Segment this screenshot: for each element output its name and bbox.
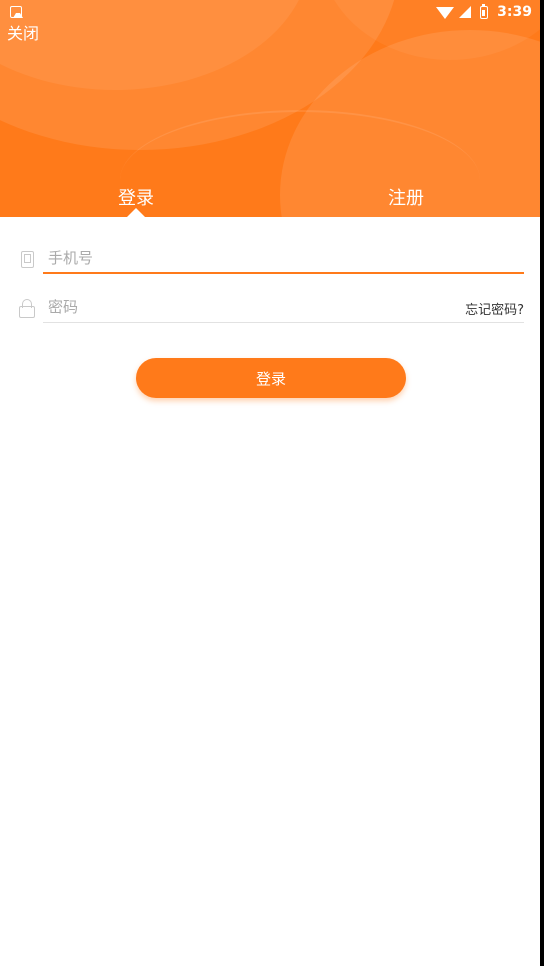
notification-icon <box>10 6 23 18</box>
lock-icon <box>16 296 38 318</box>
screen-edge <box>540 0 544 966</box>
signal-icon <box>459 6 472 18</box>
status-time: 3:39 <box>497 4 532 20</box>
close-button[interactable]: 关闭 <box>7 24 39 44</box>
password-underline <box>43 322 524 323</box>
login-button[interactable]: 登录 <box>136 358 406 398</box>
forgot-password-link[interactable]: 忘记密码? <box>465 299 524 318</box>
battery-icon <box>480 3 489 19</box>
wifi-icon <box>436 7 455 19</box>
phone-input[interactable] <box>46 240 524 276</box>
password-input[interactable] <box>46 289 524 325</box>
phone-icon <box>16 247 38 269</box>
status-right: 3:39 <box>436 3 532 20</box>
phone-underline <box>43 272 524 274</box>
password-field <box>16 287 524 327</box>
active-tab-indicator <box>127 208 145 217</box>
status-bar: 3:39 <box>0 0 540 24</box>
status-left <box>10 6 23 18</box>
login-header: 3:39 关闭 登录 注册 <box>0 0 540 217</box>
tab-login[interactable]: 登录 <box>76 184 196 210</box>
tab-register[interactable]: 注册 <box>346 184 466 210</box>
